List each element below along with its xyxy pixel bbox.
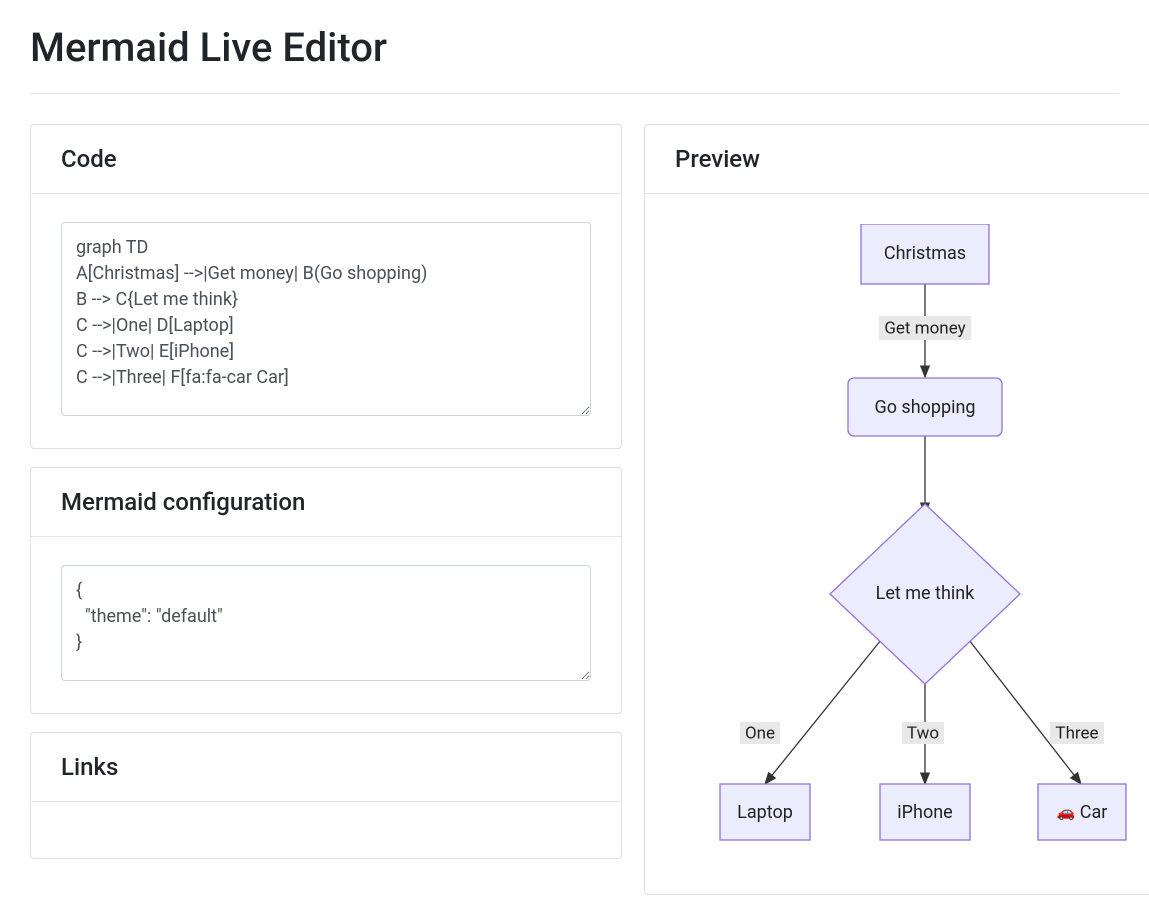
links-card: Links (30, 732, 622, 859)
car-icon: 🚗 (1057, 803, 1076, 821)
preview-card: Preview Get money (644, 124, 1149, 895)
diagram-preview: Get money One Two (665, 224, 1135, 864)
svg-text:Christmas: Christmas (884, 243, 966, 264)
svg-text:Let me think: Let me think (876, 583, 976, 604)
node-car: 🚗 Car (1038, 784, 1126, 840)
node-go-shopping: Go shopping (848, 378, 1002, 436)
svg-text:🚗 Car: 🚗 Car (1057, 802, 1108, 823)
code-card: Code (30, 124, 622, 449)
edge-label-ce: Two (907, 723, 939, 743)
code-input[interactable] (61, 222, 591, 416)
links-heading: Links (61, 753, 591, 781)
node-laptop: Laptop (720, 784, 810, 840)
node-christmas: Christmas (861, 224, 989, 284)
node-let-me-think: Let me think (830, 504, 1020, 684)
svg-text:Laptop: Laptop (737, 802, 793, 823)
edge-label-ab: Get money (884, 318, 965, 338)
svg-text:Go shopping: Go shopping (874, 397, 975, 418)
svg-text:iPhone: iPhone (897, 802, 952, 823)
config-card: Mermaid configuration (30, 467, 622, 714)
node-iphone: iPhone (880, 784, 970, 840)
edge-c-f (969, 640, 1081, 784)
edge-label-cd: One (745, 723, 775, 743)
preview-heading: Preview (675, 145, 1125, 173)
config-input[interactable] (61, 565, 591, 681)
code-heading: Code (61, 145, 591, 173)
edge-c-d (765, 640, 881, 784)
edge-label-cf: Three (1055, 723, 1098, 743)
page-title: Mermaid Live Editor (30, 0, 1119, 94)
config-heading: Mermaid configuration (61, 488, 591, 516)
